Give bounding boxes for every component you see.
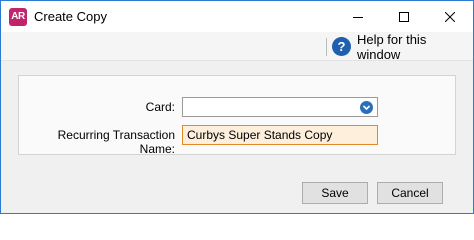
title-bar[interactable]: AR Create Copy	[1, 1, 473, 32]
close-button[interactable]	[427, 1, 473, 32]
minimize-icon	[353, 16, 363, 18]
toolbar-divider	[326, 38, 327, 56]
recurring-name-label: Recurring Transaction Name:	[57, 128, 175, 156]
chevron-down-icon	[362, 105, 371, 111]
app-icon: AR	[9, 8, 27, 26]
help-icon: ?	[332, 37, 351, 56]
card-dropdown[interactable]	[182, 97, 378, 117]
maximize-button[interactable]	[381, 1, 427, 32]
card-label: Card:	[145, 100, 175, 114]
close-icon	[445, 11, 455, 22]
recurring-name-input[interactable]: Curbys Super Stands Copy	[182, 125, 378, 145]
dropdown-button[interactable]	[360, 101, 373, 114]
cancel-button[interactable]: Cancel	[377, 182, 443, 204]
help-button[interactable]: ? Help for this window	[332, 32, 473, 62]
form-panel: Card: Recurring Transaction Name: Curbys…	[18, 75, 456, 156]
minimize-button[interactable]	[335, 1, 381, 32]
maximize-icon	[399, 11, 409, 22]
window-title: Create Copy	[34, 9, 107, 24]
save-button[interactable]: Save	[302, 182, 368, 204]
create-copy-window: AR Create Copy ? Help for this window Ca…	[0, 0, 474, 214]
toolbar: ? Help for this window	[1, 32, 473, 62]
help-label: Help for this window	[356, 31, 427, 62]
